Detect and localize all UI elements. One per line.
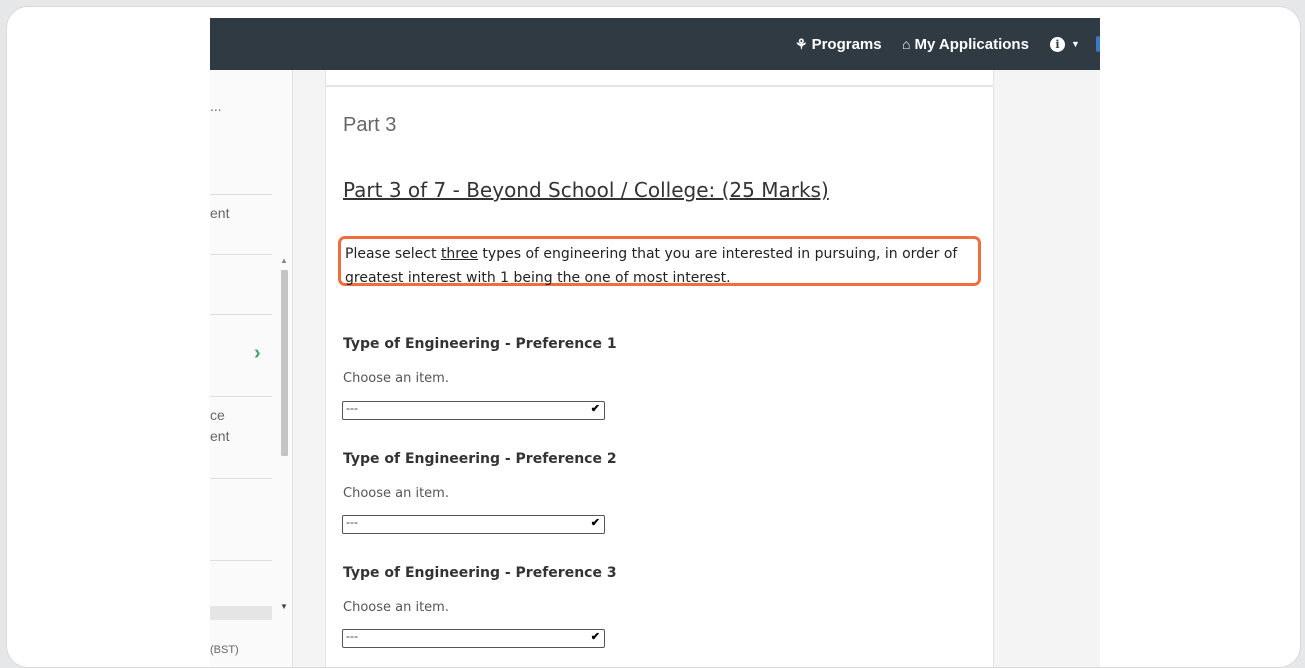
sidebar-scrollbar[interactable]: ▲ ▼ bbox=[278, 252, 290, 622]
question-label-3: Type of Engineering - Preference 3 bbox=[343, 565, 617, 581]
instructions-after: types of engineering that you are intere… bbox=[477, 246, 958, 262]
select-value: --- bbox=[346, 629, 358, 643]
sidebar-divider bbox=[210, 478, 272, 479]
top-navigation-bar: ⚘ Programs ⌂ My Applications i ▼ bbox=[210, 18, 1100, 70]
question-hint-3: Choose an item. bbox=[343, 600, 449, 615]
sidebar-divider bbox=[210, 560, 272, 561]
scrollbar-thumb[interactable] bbox=[281, 270, 288, 456]
nav-my-applications-link[interactable]: ⌂ My Applications bbox=[902, 18, 1029, 70]
caret-down-icon: ▼ bbox=[1071, 39, 1080, 49]
main-content: Part 3 Part 3 of 7 - Beyond School / Col… bbox=[325, 70, 994, 667]
instructions-emphasis: three bbox=[440, 246, 478, 262]
question-hint-2: Choose an item. bbox=[343, 486, 449, 501]
instructions-box: Please select three types of engineering… bbox=[338, 236, 981, 286]
info-icon: i bbox=[1050, 36, 1065, 52]
sidebar-divider bbox=[210, 254, 272, 255]
sidebar-fragment: ... bbox=[210, 98, 222, 114]
programs-icon: ⚘ bbox=[795, 35, 808, 52]
select-arrow-icon: ✔ bbox=[590, 631, 600, 643]
instructions-text: Please select three types of engineering… bbox=[345, 242, 957, 290]
select-arrow-icon: ✔ bbox=[590, 517, 600, 529]
question-label-2: Type of Engineering - Preference 2 bbox=[343, 451, 617, 467]
user-menu-edge[interactable] bbox=[1096, 36, 1100, 52]
sidebar-item[interactable]: ent bbox=[210, 203, 229, 224]
select-value: --- bbox=[346, 515, 358, 529]
question-hint-1: Choose an item. bbox=[343, 371, 449, 386]
section-heading: Part 3 of 7 - Beyond School / College: (… bbox=[343, 178, 829, 202]
chevron-right-icon[interactable]: › bbox=[254, 342, 261, 365]
nav-programs-label: Programs bbox=[811, 35, 882, 53]
application-window: ⚘ Programs ⌂ My Applications i ▼ ... ent… bbox=[210, 18, 1100, 667]
sidebar-divider bbox=[210, 396, 272, 397]
sidebar-section-header bbox=[210, 606, 272, 620]
scroll-down-icon[interactable]: ▼ bbox=[280, 602, 288, 611]
screenshot-frame: ⚘ Programs ⌂ My Applications i ▼ ... ent… bbox=[6, 6, 1301, 668]
sidebar-fragment: (BST) bbox=[210, 644, 239, 656]
sidebar: ... ent › ce ent (BST) ▲ ▼ bbox=[210, 70, 293, 667]
select-arrow-icon: ✔ bbox=[590, 403, 600, 415]
scroll-up-icon[interactable]: ▲ bbox=[280, 256, 288, 265]
preference-1-select[interactable]: --- ✔ bbox=[342, 401, 605, 420]
instructions-before: Please select bbox=[345, 246, 441, 262]
preference-3-select[interactable]: --- ✔ bbox=[342, 629, 605, 648]
content-divider bbox=[326, 85, 993, 87]
sidebar-divider bbox=[210, 314, 272, 315]
nav-my-applications-label: My Applications bbox=[914, 35, 1029, 53]
instructions-line2: greatest interest with 1 being the one o… bbox=[345, 270, 731, 286]
select-value: --- bbox=[346, 401, 358, 415]
home-icon: ⌂ bbox=[902, 36, 911, 52]
sidebar-item[interactable]: ent bbox=[210, 426, 229, 447]
page-title: Part 3 bbox=[343, 114, 397, 136]
info-menu-toggle[interactable]: i ▼ bbox=[1050, 18, 1080, 70]
sidebar-item[interactable]: ce bbox=[210, 405, 225, 426]
question-label-1: Type of Engineering - Preference 1 bbox=[343, 336, 617, 352]
nav-programs-link[interactable]: ⚘ Programs bbox=[795, 18, 882, 70]
sidebar-divider bbox=[210, 194, 272, 195]
preference-2-select[interactable]: --- ✔ bbox=[342, 515, 605, 534]
